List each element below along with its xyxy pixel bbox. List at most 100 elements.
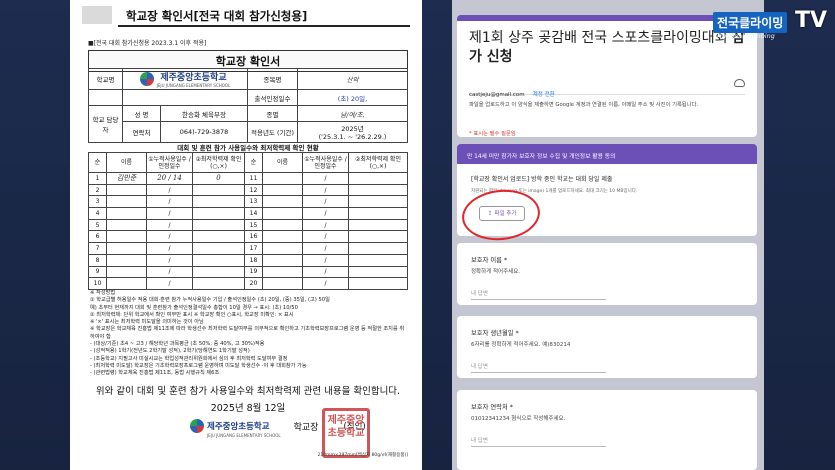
cell-r-name	[262, 230, 303, 244]
cell-l-check	[192, 218, 245, 232]
instruction-line: ① 학교급별 허용일수 적용 대회·훈련 참가 누적사용일수 기입 / 출석인정…	[90, 297, 330, 304]
cell-r-check	[348, 277, 408, 290]
cell-r-days: /	[302, 207, 349, 220]
table-row: 8 / 18 /	[88, 253, 408, 267]
cell-r-check	[348, 265, 408, 279]
cell-l-name	[106, 242, 147, 255]
cell-l-no: 2	[88, 183, 107, 197]
cell-l-no: 8	[88, 253, 107, 267]
guardian-name-card: 보호자 이름 * 정확하게 적어주세요. 내 답변	[457, 243, 757, 305]
attend-value: (초) 20일,	[297, 89, 408, 106]
required-note: * 표시는 필수 질문임	[469, 131, 516, 137]
cell-r-name	[262, 253, 303, 267]
guardian-phone-card: 보호자 연락처 * 01012341234 형식으로 작성해주세요. 내 답변	[457, 390, 757, 470]
guardian-phone-input[interactable]: 내 답변	[471, 436, 606, 447]
guardian-birth-help: 6자리를 정확하게 적어주세요. 예)830214	[471, 342, 571, 348]
table-row: 4 / 14 /	[88, 207, 408, 220]
standard-note: ■[전국 대회 참가신청용 2023.3.1 이후 적용]	[88, 40, 207, 47]
cell-r-days: /	[302, 277, 349, 290]
cell-r-check	[348, 242, 408, 255]
school-name: 제주중앙초등학교	[207, 422, 270, 432]
instruction-line: - (조등학교) 지필고사 미실시교는 학업성적관리위원회에서 심의 후 최저학…	[90, 355, 288, 362]
event-value: 산악	[297, 68, 408, 90]
table-row: 6 / 16 /	[88, 230, 408, 244]
year-cell: 2025년 ('25.3.1. ~ '26.2.29.)	[297, 121, 408, 143]
school-emblem-icon	[190, 419, 204, 433]
cell-l-name	[106, 195, 147, 209]
contact-label: 학교 담당자	[88, 105, 123, 143]
table-row: 10 / 20 /	[88, 277, 408, 290]
gender-value: 남/여/초,	[297, 105, 408, 122]
guardian-name-input[interactable]: 내 답변	[471, 289, 606, 300]
cell-r-check	[348, 218, 408, 232]
cloud-icon	[734, 79, 745, 87]
video-frame: 학교장 확인서[전국 대회 참가신청용] ■[전국 대회 참가신청용 2023.…	[0, 0, 835, 470]
cell-r-name	[262, 195, 303, 209]
cell-l-days: /	[146, 207, 193, 220]
cell-l-check	[192, 253, 245, 267]
gender-label: 종별	[247, 105, 298, 122]
cell-r-no: 20	[244, 277, 263, 290]
cell-r-name	[262, 242, 303, 255]
instructions: ※ 작성방법 ① 학교급별 허용일수 적용 대회·훈련 참가 누적사용일수 기입 …	[90, 290, 408, 378]
col-days: ①누적사용일수 /인정일수	[146, 152, 193, 173]
cell-l-days: /	[146, 277, 193, 290]
cell-r-days: /	[302, 230, 349, 244]
cell-l-days: /	[146, 218, 193, 232]
col-no: 순	[244, 152, 263, 173]
participants-table: 순 이름 ①누적사용일수 /인정일수 ②최저학력제 확인(○,×) 순 이름 ①…	[88, 152, 408, 290]
cell-r-no: 15	[244, 218, 263, 232]
cell-r-no: 13	[244, 195, 263, 209]
cell-r-no: 17	[244, 242, 263, 255]
confirmation-statement: 위와 같이 대회 및 훈련 참가 사용일수와 최저학력제 관련 내용을 확인합니…	[95, 386, 401, 397]
cell-l-check	[192, 207, 245, 220]
col-check: ②최저학력제 확인(○,×)	[192, 152, 245, 173]
paper-spec: 210mm×297mm[백상지 80g/㎡(재활용품)]	[317, 453, 408, 458]
table-row: 3 / 13 /	[88, 195, 408, 209]
document-header-title: 학교장 확인서[전국 대회 참가신청용]	[126, 9, 308, 23]
cell-l-no: 1	[88, 172, 107, 185]
cell-l-check	[192, 230, 245, 244]
registration-form: 제1회 상주 곶감배 전국 스포츠클라이밍대회 참가 신청 castjeju@g…	[452, 0, 764, 470]
school-logo-small: 제주중앙초등학교 JEJU JUNGANG ELEMENTARY SCHOOL	[190, 414, 281, 438]
cell-l-days: 20 / 14	[146, 172, 193, 185]
year-label: 적용년도 (기간)	[247, 121, 298, 143]
cell-r-name	[262, 183, 303, 197]
cell-r-no: 19	[244, 265, 263, 279]
document-header: 학교장 확인서[전국 대회 참가신청용]	[82, 6, 410, 27]
cell-l-no: 6	[88, 230, 107, 244]
cell-l-check	[192, 183, 245, 197]
school-name-en: JEJU JUNGANG ELEMENTARY SCHOOL	[207, 433, 281, 438]
cell-r-days: /	[302, 265, 349, 279]
instruction-line: - (성적적용) 1학기(전년도 2학기말 성적), 2학기(당해연도 1학기말…	[90, 348, 250, 355]
guardian-name-label: 보호자 이름 *	[471, 257, 508, 264]
cell-l-days: /	[146, 242, 193, 255]
cell-r-check	[348, 230, 408, 244]
year-value: 2025년	[341, 125, 364, 133]
empty-cell	[122, 89, 248, 106]
school-name: 제주중앙초등학교	[160, 73, 227, 83]
school-label: 학교명	[88, 68, 123, 90]
table-row: 5 / 15 /	[88, 218, 408, 232]
table-row: 7 / 17 /	[88, 242, 408, 255]
col-name: 이름	[262, 152, 303, 173]
cell-l-days: /	[146, 195, 193, 209]
cell-l-check	[192, 277, 245, 290]
guardian-name-help: 정확하게 적어주세요.	[471, 269, 521, 275]
switch-account-link[interactable]: 계정 전환	[533, 92, 555, 98]
guardian-birth-input[interactable]: 내 답변	[471, 362, 606, 373]
cell-l-days: /	[146, 230, 193, 244]
school-emblem-icon	[139, 72, 154, 86]
phone-label: 연락처	[122, 121, 161, 143]
cell-r-no: 18	[244, 253, 263, 267]
section-header: 만 14세 미만 참가자 보호자 정보 수집 및 개인정보 활용 동의	[457, 144, 757, 164]
cell-l-check	[192, 195, 245, 209]
cell-l-no: 9	[88, 265, 107, 279]
header-rule	[118, 25, 410, 27]
section-title: 대회 및 훈련 참가 사용일수와 최저학력제 확인 현황	[177, 144, 319, 152]
participants-rows: 1 김민준 20 / 14 0 11 / 2 / 12 / 3 / 13 / 4 / 14 / 5 / 15 / 6 / 16 /…	[88, 172, 408, 290]
cell-l-check	[192, 242, 245, 255]
channel-subtitle: National Climbing	[717, 32, 775, 40]
upload-question: [학교장 확인서 업로드] 방학 중인 학교는 대회 당일 제출	[471, 176, 613, 183]
col-no: 순	[88, 152, 107, 173]
